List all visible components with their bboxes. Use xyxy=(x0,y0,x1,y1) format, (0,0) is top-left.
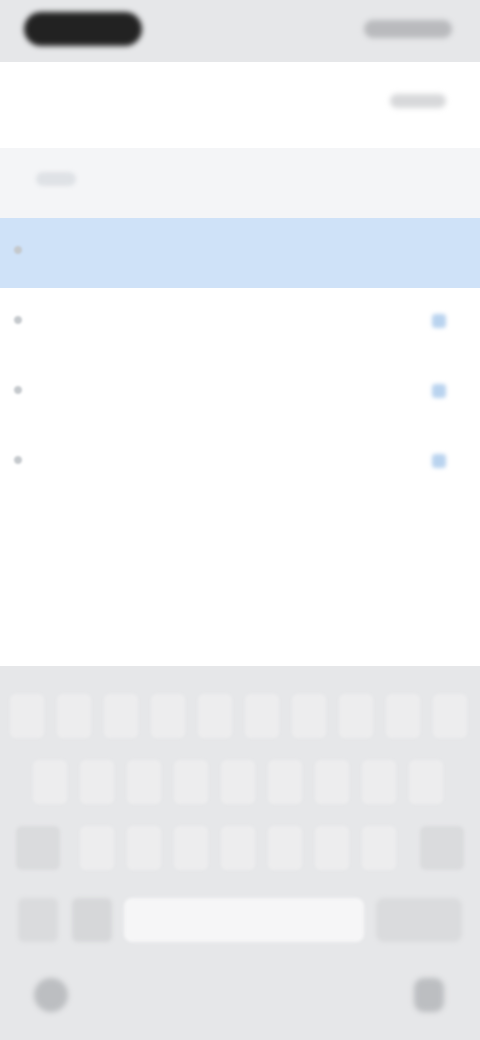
keyboard-row xyxy=(0,760,480,806)
key[interactable] xyxy=(339,694,373,738)
key[interactable] xyxy=(268,826,302,870)
key[interactable] xyxy=(221,826,255,870)
key[interactable] xyxy=(245,694,279,738)
bullet-icon xyxy=(14,456,22,464)
key[interactable] xyxy=(433,694,467,738)
key[interactable] xyxy=(362,760,396,804)
key[interactable] xyxy=(33,760,67,804)
keyboard-row xyxy=(0,826,480,872)
section-label xyxy=(36,172,76,186)
key[interactable] xyxy=(409,760,443,804)
section-header xyxy=(0,148,480,218)
key[interactable] xyxy=(315,826,349,870)
status-bar xyxy=(0,0,480,62)
return-key[interactable] xyxy=(376,898,462,942)
key[interactable] xyxy=(127,826,161,870)
key[interactable] xyxy=(10,694,44,738)
key[interactable] xyxy=(174,760,208,804)
keyboard xyxy=(0,666,480,1040)
keyboard-row xyxy=(0,694,480,740)
list-item[interactable] xyxy=(0,218,480,288)
dynamic-island xyxy=(24,12,142,46)
bullet-icon xyxy=(14,316,22,324)
key[interactable] xyxy=(221,760,255,804)
shift-key[interactable] xyxy=(16,826,60,870)
numbers-key[interactable] xyxy=(18,898,58,942)
keyboard-bottom-row xyxy=(0,890,480,950)
checkmark-icon xyxy=(432,384,446,398)
keyboard-home-area xyxy=(0,950,480,1040)
key[interactable] xyxy=(268,760,302,804)
key[interactable] xyxy=(80,760,114,804)
key[interactable] xyxy=(292,694,326,738)
list-item[interactable] xyxy=(0,358,480,428)
key[interactable] xyxy=(57,694,91,738)
options-list xyxy=(0,218,480,666)
nav-right-button[interactable] xyxy=(390,94,446,108)
space-key[interactable] xyxy=(124,898,364,942)
key[interactable] xyxy=(315,760,349,804)
key[interactable] xyxy=(151,694,185,738)
checkmark-icon xyxy=(432,314,446,328)
key[interactable] xyxy=(127,760,161,804)
microphone-icon[interactable] xyxy=(414,978,444,1012)
key[interactable] xyxy=(386,694,420,738)
status-icons xyxy=(364,20,452,38)
list-item[interactable] xyxy=(0,288,480,358)
checkmark-icon xyxy=(432,454,446,468)
backspace-key[interactable] xyxy=(420,826,464,870)
key[interactable] xyxy=(362,826,396,870)
key[interactable] xyxy=(80,826,114,870)
bullet-icon xyxy=(14,386,22,394)
globe-icon[interactable] xyxy=(34,978,68,1012)
bullet-icon xyxy=(14,246,22,254)
key[interactable] xyxy=(174,826,208,870)
list-item[interactable] xyxy=(0,428,480,498)
key[interactable] xyxy=(198,694,232,738)
navigation-bar xyxy=(0,62,480,148)
emoji-icon[interactable] xyxy=(72,898,112,942)
key[interactable] xyxy=(104,694,138,738)
